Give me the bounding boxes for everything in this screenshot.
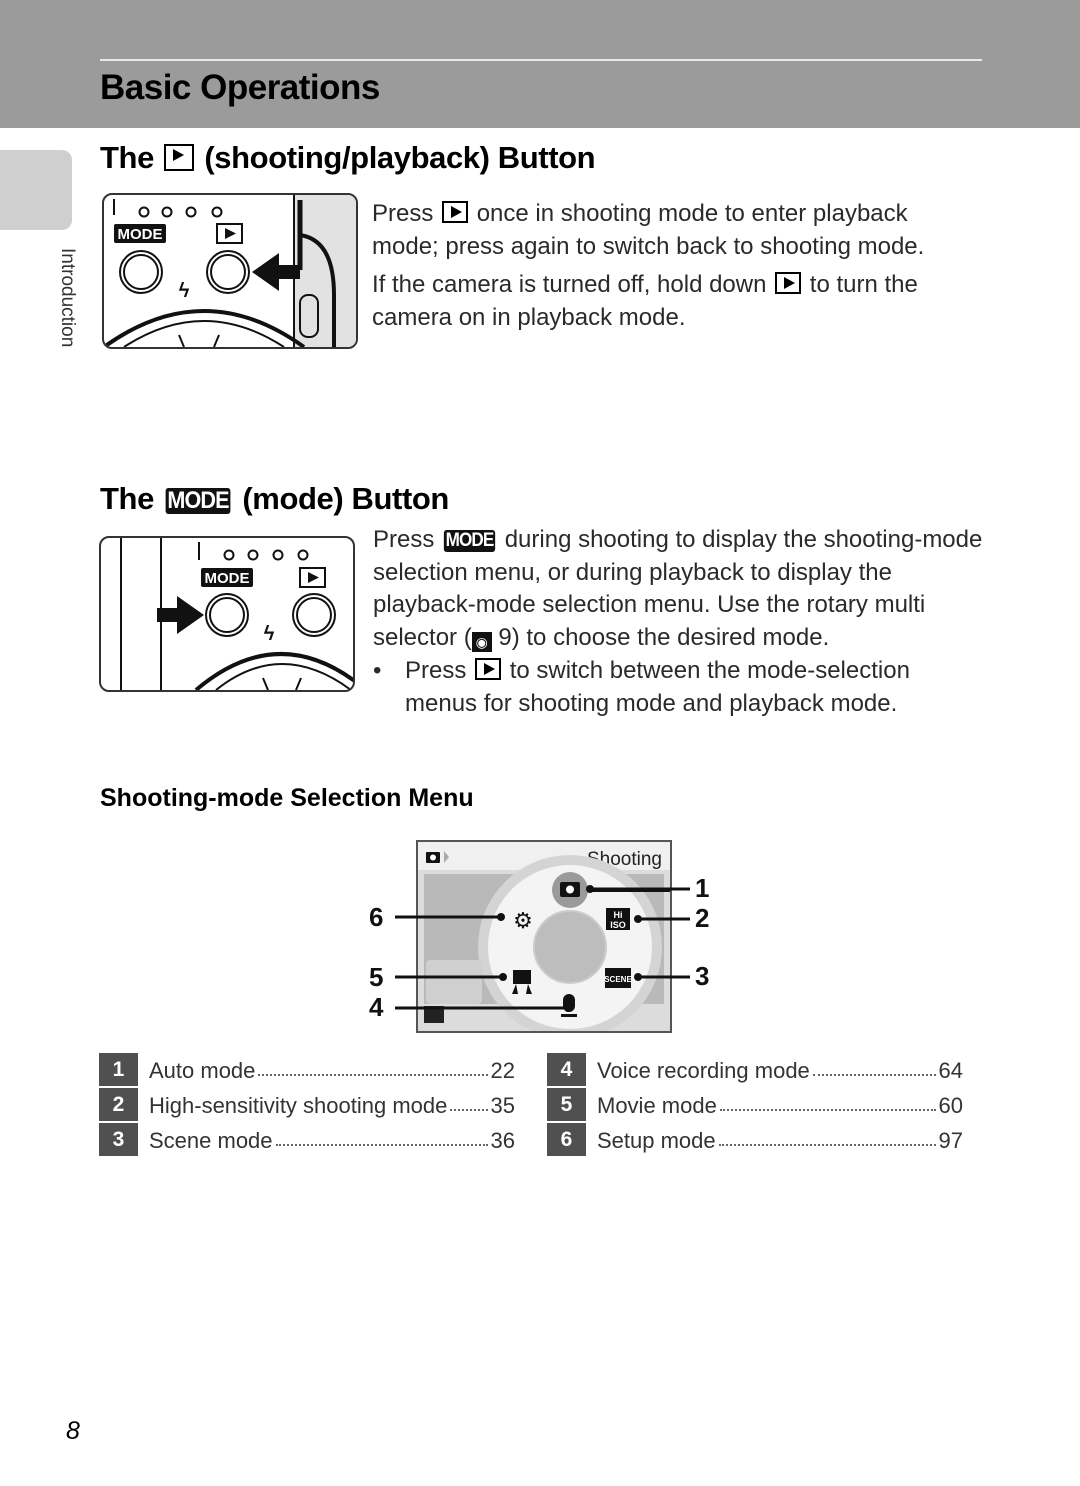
text: 9) to choose the desired mode. (498, 623, 830, 651)
playback-button-icon (475, 658, 502, 680)
mode-button-icon: MODE (443, 530, 496, 552)
page-header: Basic Operations (0, 0, 1080, 128)
item-label: Setup mode (597, 1127, 716, 1153)
camera-back-drawing: MODE ϟ (104, 195, 356, 347)
bullet-dot: • (373, 657, 382, 684)
svg-text:MODE: MODE (205, 570, 250, 587)
leader-dots (275, 1130, 488, 1146)
item-label: Movie mode (597, 1092, 717, 1118)
heading-suffix: (mode) Button (242, 481, 449, 516)
header-rule (100, 59, 982, 61)
item-label: Scene mode (149, 1127, 273, 1153)
list-item[interactable]: 2 High-sensitivity shooting mode 35 (99, 1088, 515, 1123)
mode-button-icon: MODE (165, 487, 231, 514)
item-number: 3 (99, 1123, 138, 1158)
text: If the camera is turned off, hold down (372, 271, 767, 298)
leader-dots (718, 1130, 936, 1146)
chapter-tab (0, 150, 72, 230)
mode-list-left: 1 Auto mode 22 2 High-sensitivity shooti… (99, 1053, 515, 1158)
mode-bullet: • Press to switch between the mode-selec… (373, 655, 963, 720)
svg-text:MODE: MODE (118, 226, 163, 243)
heading-suffix: (shooting/playback) Button (204, 140, 596, 175)
leader-dots (450, 1095, 488, 1111)
list-item[interactable]: 4 Voice recording mode 64 (547, 1053, 963, 1088)
heading-prefix: The (100, 481, 154, 516)
section-heading-mode: The MODE (mode) Button (100, 481, 449, 517)
text: Press (373, 526, 435, 553)
playback-button-icon (775, 272, 802, 294)
item-number: 1 (99, 1053, 138, 1088)
text: Press (372, 200, 434, 227)
item-page-link[interactable]: 22 (491, 1058, 515, 1084)
list-item[interactable]: 1 Auto mode 22 (99, 1053, 515, 1088)
mode-paragraph: Press MODE during shooting to display th… (373, 524, 983, 654)
eye-reference-icon: ◉ (471, 631, 492, 652)
item-number: 5 (547, 1088, 586, 1123)
camera-mode-button-illustration: MODE ϟ (99, 536, 355, 692)
callout-number-4: 4 (369, 992, 384, 1022)
callout-number-6: 6 (369, 902, 384, 932)
playback-paragraph-2: If the camera is turned off, hold down t… (372, 269, 952, 334)
item-page-link[interactable]: 97 (939, 1128, 963, 1154)
list-item[interactable]: 6 Setup mode 97 (547, 1123, 963, 1158)
item-number: 2 (99, 1088, 138, 1123)
page-number: 8 (66, 1417, 80, 1445)
item-page-link[interactable]: 36 (491, 1128, 515, 1154)
section-heading-playback: The (shooting/playback) Button (100, 140, 596, 176)
mode-list-right: 4 Voice recording mode 64 5 Movie mode 6… (547, 1053, 963, 1158)
item-number: 6 (547, 1123, 586, 1158)
text: Press (405, 657, 467, 684)
playback-button-icon (164, 144, 195, 171)
item-page-link[interactable]: 64 (939, 1058, 963, 1084)
item-number: 4 (547, 1053, 586, 1088)
callout-number-5: 5 (369, 962, 384, 992)
callout-number-1: 1 (695, 873, 710, 903)
list-item[interactable]: 3 Scene mode 36 (99, 1123, 515, 1158)
callout-lines (395, 885, 690, 1012)
item-label: Auto mode (149, 1057, 256, 1083)
item-page-link[interactable]: 35 (491, 1093, 515, 1119)
heading-prefix: The (100, 140, 154, 175)
item-page-link[interactable]: 60 (939, 1093, 963, 1119)
page-title: Basic Operations (100, 68, 380, 107)
subsection-heading: Shooting-mode Selection Menu (100, 784, 474, 812)
chapter-label: Introduction (57, 248, 78, 348)
svg-text:ϟ: ϟ (179, 280, 190, 302)
camera-back-drawing: MODE ϟ (120, 538, 353, 690)
leader-dots (258, 1060, 488, 1076)
callout-number-2: 2 (695, 903, 710, 933)
item-label: High-sensitivity shooting mode (149, 1092, 448, 1118)
list-item[interactable]: 5 Movie mode 60 (547, 1088, 963, 1123)
item-label: Voice recording mode (597, 1057, 810, 1083)
callout-number-3: 3 (695, 961, 710, 991)
camera-playback-button-illustration: MODE ϟ (102, 193, 358, 349)
playback-button-icon (442, 201, 469, 223)
playback-paragraph-1: Press once in shooting mode to enter pla… (372, 198, 952, 263)
leader-dots (812, 1060, 936, 1076)
leader-dots (719, 1095, 936, 1111)
svg-text:ϟ: ϟ (264, 623, 275, 645)
